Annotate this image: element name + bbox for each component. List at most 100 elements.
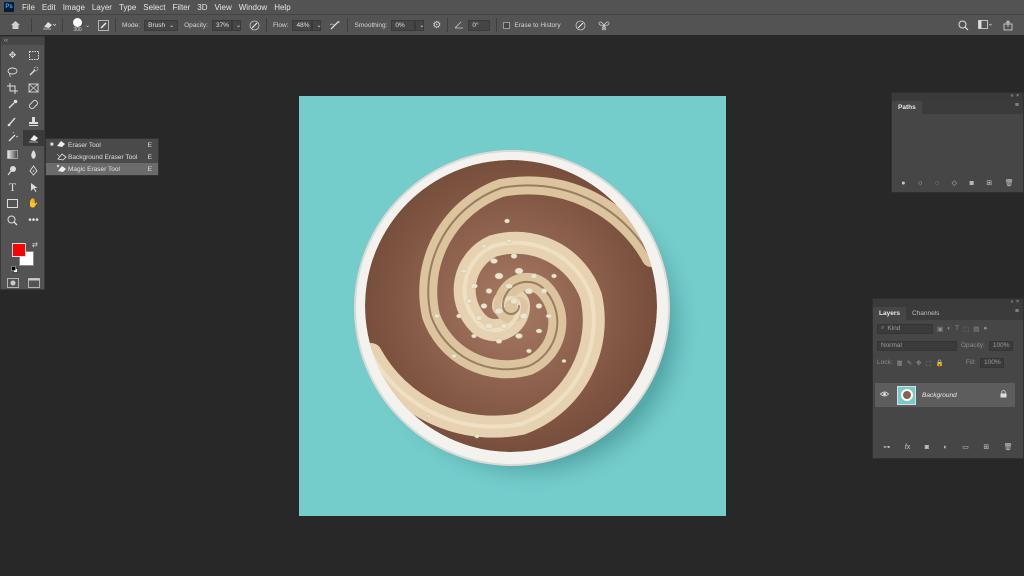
lock-position-icon[interactable]: ✥ [916,359,921,367]
hand-tool-icon[interactable]: ✋ [23,196,44,213]
delete-layer-icon[interactable]: 🗑 [1004,443,1013,451]
menu-3d[interactable]: 3D [197,3,207,12]
flow-dropdown[interactable]: ⌄ [312,19,322,31]
menu-file[interactable]: File [22,3,35,12]
menu-select[interactable]: Select [143,3,165,12]
blur-tool-icon[interactable] [23,146,44,163]
lock-image-icon[interactable]: ✎ [907,359,912,367]
healing-brush-tool-icon[interactable] [23,97,44,114]
erase-to-history-option[interactable]: Erase to History [503,21,561,29]
clone-stamp-tool-icon[interactable] [23,113,44,130]
fill-field[interactable]: 100% [979,357,1004,368]
brush-size-picker[interactable]: 300 [73,17,82,33]
tab-layers[interactable]: Layers [873,307,906,320]
eraser-tool-menu-item[interactable]: ■ Eraser Tool E [46,139,158,151]
panel-collapse-icon[interactable]: « × [892,93,1023,100]
eyedropper-tool-icon[interactable] [2,97,23,114]
filter-toggle-icon[interactable]: ● [983,325,987,332]
butterfly-symmetry-icon[interactable] [598,20,610,31]
opacity-field[interactable]: 37% [211,19,232,31]
screen-mode-icon[interactable] [28,275,40,288]
menu-image[interactable]: Image [63,3,85,12]
filter-adjustment-icon[interactable]: ◐ [947,325,951,332]
eye-icon[interactable] [879,391,890,399]
add-mask-icon[interactable]: ◙ [925,444,929,451]
layer-style-icon[interactable]: fx [905,444,910,451]
quick-mask-icon[interactable] [7,275,19,288]
load-path-selection-icon[interactable]: ◌ [935,180,939,187]
share-icon[interactable] [1003,19,1013,31]
dodge-tool-icon[interactable] [2,163,23,180]
history-brush-tool-icon[interactable] [2,130,23,147]
crop-tool-icon[interactable] [2,80,23,97]
background-eraser-tool-menu-item[interactable]: Background Eraser Tool E [46,151,158,163]
stroke-path-icon[interactable]: ○ [918,180,922,187]
menu-edit[interactable]: Edit [42,3,56,12]
filter-type-icon[interactable]: T [955,325,959,332]
eraser-preset-icon[interactable] [42,20,56,30]
menu-window[interactable]: Window [239,3,267,12]
new-layer-icon[interactable]: ⊞ [983,443,989,451]
brush-settings-icon[interactable] [98,19,109,31]
panel-menu-icon[interactable]: ≡ [1015,102,1019,109]
brush-tool-icon[interactable] [2,113,23,130]
lock-transparent-icon[interactable]: ▦ [897,359,903,367]
menu-layer[interactable]: Layer [92,3,112,12]
more-tools-icon[interactable]: ••• [23,212,44,229]
blend-mode-dropdown[interactable]: Normal [877,340,957,351]
new-group-icon[interactable]: ▭ [962,443,969,451]
menu-help[interactable]: Help [274,3,290,12]
tab-channels[interactable]: Channels [906,307,945,320]
layer-row-background[interactable]: Background [875,383,1015,407]
type-tool-icon[interactable]: T [2,179,23,196]
adjustment-layer-icon[interactable]: ◐ [943,444,947,451]
marquee-tool-icon[interactable] [23,47,44,64]
workspace-icon[interactable] [978,20,992,30]
pen-tool-icon[interactable] [23,163,44,180]
opacity-dropdown[interactable]: ⌄ [231,19,241,31]
make-work-path-icon[interactable]: ◇ [952,179,957,187]
magic-eraser-tool-menu-item[interactable]: Magic Eraser Tool E [46,163,158,175]
smoothing-field[interactable]: 0% [391,19,416,31]
erase-history-checkbox[interactable] [503,21,511,29]
lasso-tool-icon[interactable] [2,64,23,81]
menu-filter[interactable]: Filter [173,3,191,12]
eraser-tool-icon[interactable] [23,129,44,146]
filter-shape-icon[interactable]: ⬚ [963,325,969,333]
panel-collapse-icon[interactable]: « × [873,299,1023,306]
path-selection-tool-icon[interactable] [23,179,44,196]
kind-filter-dropdown[interactable]: ⌕ Kind [877,323,933,334]
layer-opacity-field[interactable]: 100% [988,340,1013,351]
collapse-toolbar-icon[interactable]: ‹‹ [1,37,44,45]
document-canvas[interactable] [299,96,726,516]
filter-pixel-icon[interactable]: ▣ [937,325,943,333]
angle-field[interactable]: 0° [468,19,491,31]
gradient-tool-icon[interactable] [2,146,23,163]
pressure-size-icon[interactable] [575,20,586,31]
delete-path-icon[interactable]: 🗑 [1005,179,1014,187]
swap-colors-icon[interactable]: ⇄ [32,241,38,249]
fill-path-icon[interactable]: ● [901,180,905,187]
new-path-icon[interactable]: ⊞ [986,179,992,187]
panel-menu-icon[interactable]: ≡ [1015,308,1019,315]
lock-all-icon[interactable]: 🔒 [936,359,944,367]
flow-field[interactable]: 48% [292,19,313,31]
smoothing-dropdown[interactable]: ⌄ [415,19,424,31]
filter-smart-object-icon[interactable]: ▤ [973,325,979,333]
lock-artboard-icon[interactable]: ⬚ [926,359,932,367]
default-colors-icon[interactable] [11,260,18,273]
chevron-down-icon[interactable]: ⌄ [85,22,90,29]
mode-dropdown[interactable]: Brush ⌄ [144,19,179,31]
zoom-tool-icon[interactable] [2,212,23,229]
link-layers-icon[interactable]: ⊶ [883,443,890,451]
pressure-opacity-icon[interactable] [249,20,260,31]
home-icon[interactable] [10,20,21,30]
move-tool-icon[interactable]: ✥ [2,47,23,64]
rectangle-tool-icon[interactable] [2,196,23,213]
foreground-color-swatch[interactable] [12,243,26,257]
menu-type[interactable]: Type [119,3,136,12]
add-mask-icon[interactable]: ◙ [970,180,974,187]
search-icon[interactable] [958,20,969,31]
tab-paths[interactable]: Paths [892,101,922,114]
frame-tool-icon[interactable] [23,80,44,97]
